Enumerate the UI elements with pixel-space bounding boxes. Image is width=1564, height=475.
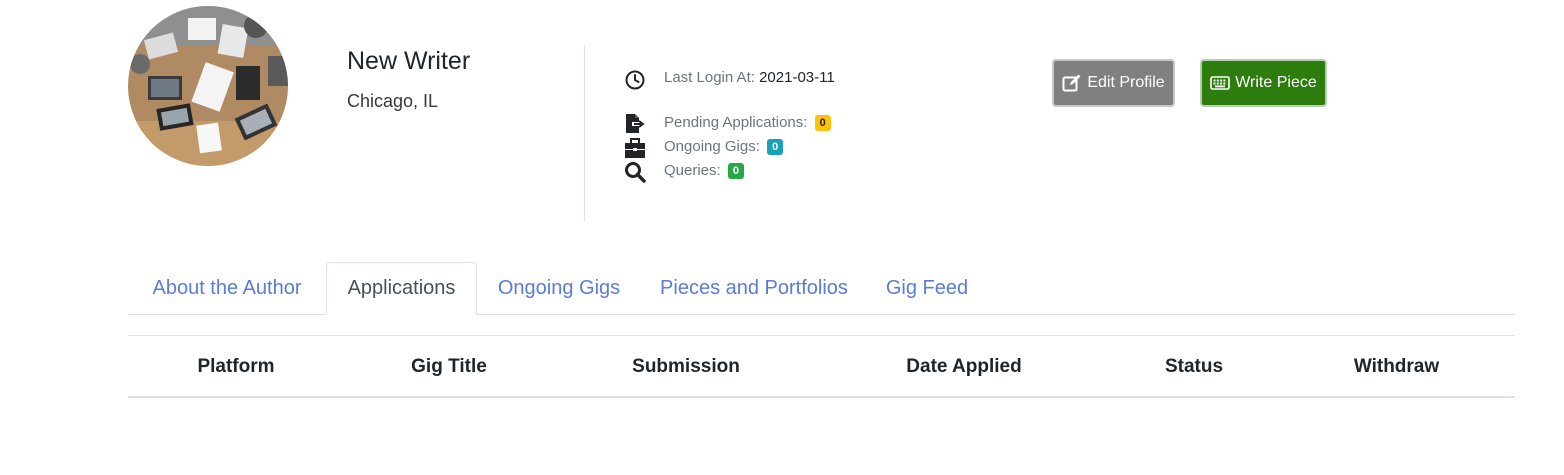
avatar [128, 6, 288, 166]
tab-gig-feed[interactable]: Gig Feed [867, 262, 987, 315]
write-piece-button[interactable]: Write Piece [1200, 59, 1327, 107]
tab-applications[interactable]: Applications [326, 262, 477, 315]
pending-applications-label: Pending Applications: [664, 114, 808, 131]
avatar-image [128, 6, 288, 166]
ongoing-gigs-label: Ongoing Gigs: [664, 138, 760, 155]
clock-icon [625, 70, 645, 90]
queries: Queries: 0 [664, 162, 744, 179]
briefcase-icon [625, 138, 645, 158]
ongoing-gigs: Ongoing Gigs: 0 [664, 138, 784, 155]
queries-count-badge: 0 [727, 163, 744, 179]
tab-pieces-and-portfolios[interactable]: Pieces and Portfolios [641, 262, 867, 315]
column-header-platform: Platform [197, 355, 275, 377]
profile-location: Chicago, IL [347, 91, 439, 111]
pending-applications: Pending Applications: 0 [664, 114, 831, 131]
ongoing-count-badge: 0 [767, 139, 784, 155]
edit-icon [1062, 74, 1081, 92]
column-header-gig-title: Gig Title [411, 355, 487, 377]
search-icon [625, 162, 646, 183]
applications-table-header: Platform Gig Title Submission Date Appli… [128, 335, 1515, 398]
tab-about-the-author[interactable]: About the Author [128, 262, 326, 315]
edit-profile-button[interactable]: Edit Profile [1052, 59, 1175, 107]
edit-profile-label: Edit Profile [1087, 74, 1165, 91]
file-export-icon [626, 114, 645, 133]
keyboard-icon [1210, 76, 1231, 90]
column-header-status: Status [1164, 355, 1224, 377]
last-login-label: Last Login At: [664, 69, 755, 86]
pending-count-badge: 0 [814, 115, 831, 131]
column-header-withdraw: Withdraw [1353, 355, 1440, 377]
last-login-value: 2021-03-11 [759, 69, 835, 86]
column-header-submission: Submission [632, 355, 740, 377]
vertical-divider [584, 45, 585, 222]
last-login: Last Login At: 2021-03-11 [664, 69, 835, 86]
profile-name: New Writer [347, 47, 471, 75]
tab-ongoing-gigs[interactable]: Ongoing Gigs [477, 262, 641, 315]
queries-label: Queries: [664, 162, 721, 179]
column-header-date-applied: Date Applied [906, 355, 1022, 377]
profile-tabs: About the Author Applications Ongoing Gi… [128, 262, 1515, 315]
write-piece-label: Write Piece [1235, 74, 1317, 91]
